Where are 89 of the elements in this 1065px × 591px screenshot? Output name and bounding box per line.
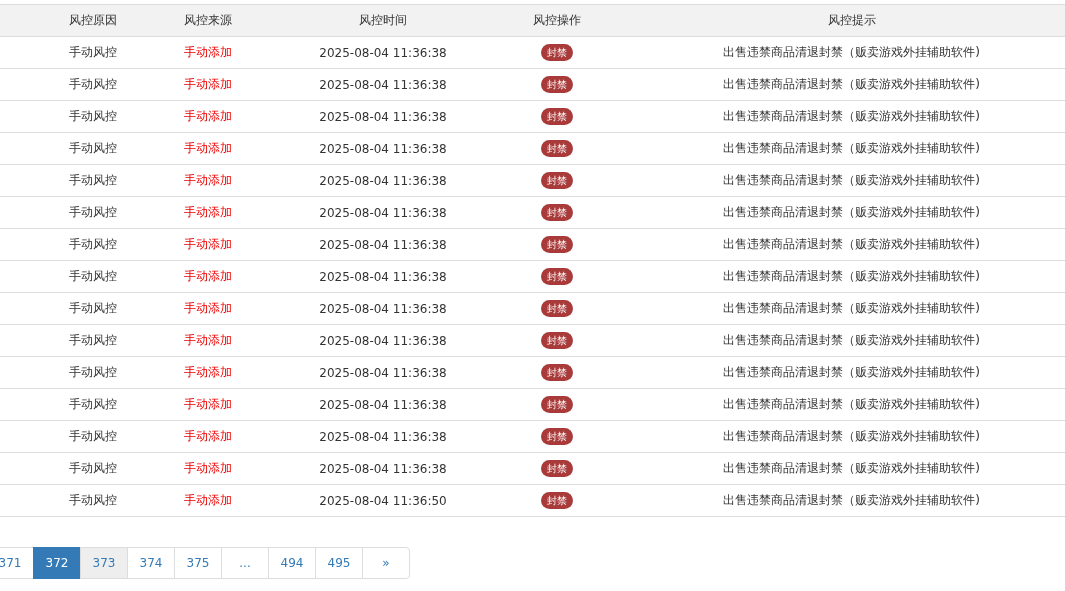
table-cell-text: 手动添加 (183, 140, 233, 157)
table-cell-text: 手动风控 (68, 364, 118, 381)
table-cell-text: 手动风控 (68, 428, 118, 445)
table-cell-text: 2025-08-04 11:36:38 (318, 301, 448, 316)
table-cell-text: 手动风控 (68, 44, 118, 61)
status-badge: 封禁 (541, 44, 573, 61)
table-cell-text: 出售违禁商品清退封禁（贩卖游戏外挂辅助软件) (722, 332, 981, 349)
status-badge: 封禁 (541, 108, 573, 125)
page-link[interactable]: 371 (0, 547, 34, 579)
table-cell-text: 手动风控 (68, 268, 118, 285)
table-cell-text: 手动风控 (68, 332, 118, 349)
table-cell-text: 手动风控 (68, 492, 118, 509)
table-cell-text: 2025-08-04 11:36:38 (318, 77, 448, 92)
table-cell-text: 2025-08-04 11:36:38 (318, 333, 448, 348)
table-cell-text: 2025-08-04 11:36:38 (318, 269, 448, 284)
column-header: 风控提示 (826, 12, 877, 29)
table-cell-text: 手动添加 (183, 364, 233, 381)
status-badge: 封禁 (541, 140, 573, 157)
table-cell-text: 出售违禁商品清退封禁（贩卖游戏外挂辅助软件) (722, 204, 981, 221)
table-cell-text: 2025-08-04 11:36:38 (318, 205, 448, 220)
table-cell-text: 出售违禁商品清退封禁（贩卖游戏外挂辅助软件) (722, 140, 981, 157)
status-badge: 封禁 (541, 204, 573, 221)
column-header: 风控时间 (358, 12, 408, 29)
table-cell-text: 出售违禁商品清退封禁（贩卖游戏外挂辅助软件) (722, 172, 981, 189)
table-cell-text: 2025-08-04 11:36:38 (318, 141, 448, 156)
table-cell-text: 出售违禁商品清退封禁（贩卖游戏外挂辅助软件) (722, 76, 981, 93)
table-cell-text: 手动风控 (68, 172, 118, 189)
table-cell-text: 手动风控 (68, 460, 118, 477)
page-link[interactable]: ... (221, 547, 269, 579)
table-cell-text: 出售违禁商品清退封禁（贩卖游戏外挂辅助软件) (722, 396, 981, 413)
table-cell-text: 手动风控 (68, 396, 118, 413)
table-cell-text: 手动添加 (183, 460, 233, 477)
page-link[interactable]: » (362, 547, 410, 579)
column-header: 风控原因 (68, 12, 118, 29)
table-cell-text: 手动添加 (183, 332, 233, 349)
table-cell-text: 出售违禁商品清退封禁（贩卖游戏外挂辅助软件) (722, 364, 981, 381)
table-cell-text: 手动添加 (183, 204, 233, 221)
status-badge: 封禁 (541, 396, 573, 413)
table-cell-text: 2025-08-04 11:36:50 (318, 493, 448, 508)
page-link[interactable]: 494 (268, 547, 316, 579)
page-link[interactable]: 495 (315, 547, 363, 579)
table-cell-text: 出售违禁商品清退封禁（贩卖游戏外挂辅助软件) (722, 268, 981, 285)
table-cell-text: 2025-08-04 11:36:38 (318, 237, 448, 252)
status-badge: 封禁 (541, 428, 573, 445)
table-cell-text: 2025-08-04 11:36:38 (318, 109, 448, 124)
page-link[interactable]: 375 (174, 547, 222, 579)
table-cell-text: 2025-08-04 11:36:38 (318, 429, 448, 444)
table-cell-text: 出售违禁商品清退封禁（贩卖游戏外挂辅助软件) (722, 300, 981, 317)
table-cell-text: 手动风控 (68, 140, 118, 157)
status-badge: 封禁 (541, 492, 573, 509)
status-badge: 封禁 (541, 300, 573, 317)
table-cell-text: 出售违禁商品清退封禁（贩卖游戏外挂辅助软件) (722, 108, 981, 125)
table-cell-text: 手动添加 (183, 492, 233, 509)
status-badge: 封禁 (541, 364, 573, 381)
table-cell-text: 手动风控 (68, 300, 118, 317)
status-badge: 封禁 (541, 172, 573, 189)
table-cell-text: 出售违禁商品清退封禁（贩卖游戏外挂辅助软件) (722, 236, 981, 253)
table-cell-text: 2025-08-04 11:36:38 (318, 45, 448, 60)
table-cell-text: 出售违禁商品清退封禁（贩卖游戏外挂辅助软件) (722, 492, 981, 509)
status-badge: 封禁 (541, 332, 573, 349)
column-header: 风控来源 (183, 12, 233, 29)
status-badge: 封禁 (541, 460, 573, 477)
status-badge: 封禁 (541, 76, 573, 93)
status-badge: 封禁 (541, 236, 573, 253)
table-cell-text: 手动添加 (183, 268, 233, 285)
table-cell-text: 手动风控 (68, 108, 118, 125)
page-link[interactable]: 372 (33, 547, 81, 579)
table-cell-text: 出售违禁商品清退封禁（贩卖游戏外挂辅助软件) (722, 44, 981, 61)
table-cell-text: 手动添加 (183, 76, 233, 93)
table-cell-text: 手动风控 (68, 204, 118, 221)
table-cell-text: 手动添加 (183, 44, 233, 61)
page-link[interactable]: 374 (127, 547, 175, 579)
table-cell-text: 手动风控 (68, 236, 118, 253)
table-cell-text: 手动添加 (183, 300, 233, 317)
table-cell-text: 2025-08-04 11:36:38 (318, 365, 448, 380)
table-cell-text: 2025-08-04 11:36:38 (318, 461, 448, 476)
table-cell-text: 手动添加 (183, 236, 233, 253)
table-cell-text: 手动添加 (183, 396, 233, 413)
table-cell-text: 手动风控 (68, 76, 118, 93)
table-cell-text: 手动添加 (183, 428, 233, 445)
table-cell-text: 2025-08-04 11:36:38 (318, 397, 448, 412)
table-cell-text: 手动添加 (183, 108, 233, 125)
table-cell-text: 出售违禁商品清退封禁（贩卖游戏外挂辅助软件) (722, 428, 981, 445)
column-header: 风控操作 (532, 12, 582, 29)
table-cell-text: 2025-08-04 11:36:38 (318, 173, 448, 188)
status-badge: 封禁 (541, 268, 573, 285)
page-link[interactable]: 373 (80, 547, 128, 579)
table-cell-text: 出售违禁商品清退封禁（贩卖游戏外挂辅助软件) (722, 460, 981, 477)
table-cell-text: 手动添加 (183, 172, 233, 189)
